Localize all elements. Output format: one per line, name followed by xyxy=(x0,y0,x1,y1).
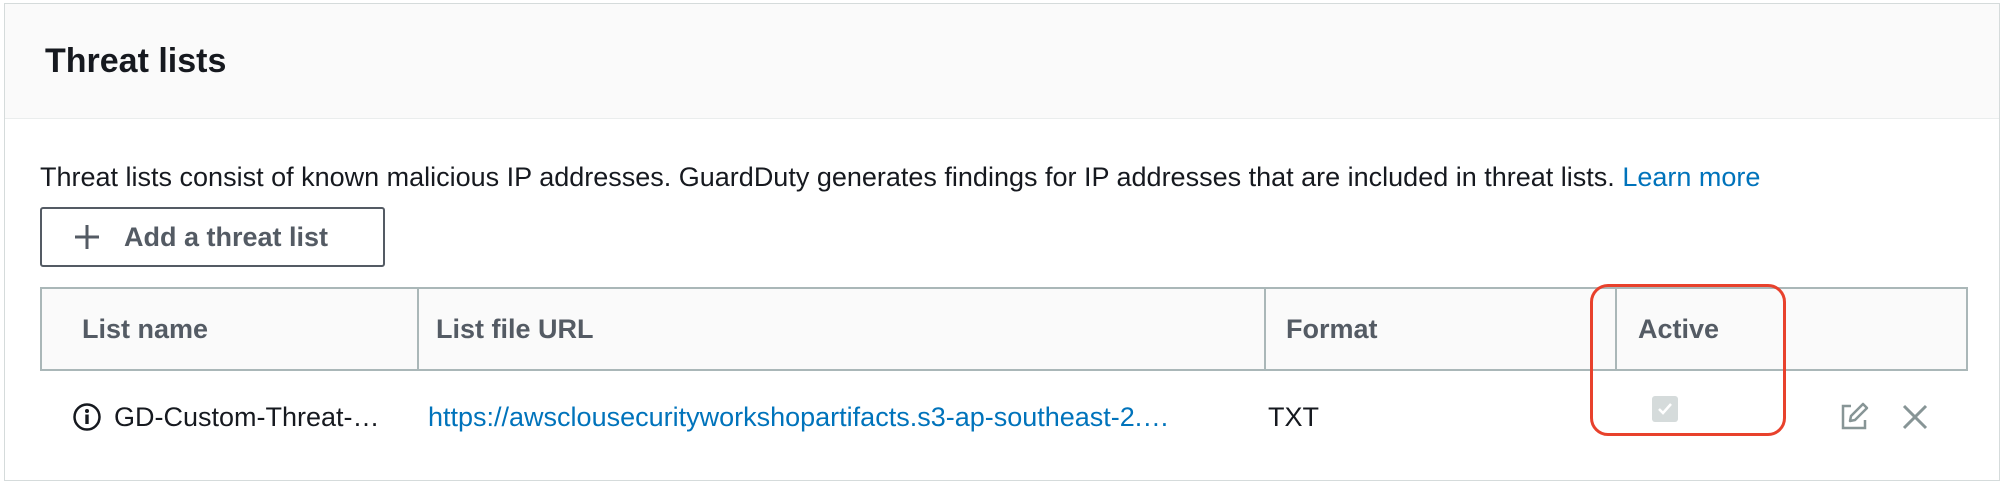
column-header-list-file-url[interactable]: List file URL xyxy=(436,289,1256,369)
column-divider xyxy=(417,289,419,369)
info-icon[interactable] xyxy=(72,402,102,432)
threat-lists-table: List name List file URL Format Active GD… xyxy=(40,287,1968,463)
list-name-text: GD-Custom-Threat-… xyxy=(114,401,380,432)
cell-list-name: GD-Custom-Threat-… xyxy=(72,371,412,463)
close-icon[interactable] xyxy=(1897,399,1933,435)
plus-icon xyxy=(75,225,99,249)
panel-description: Threat lists consist of known malicious … xyxy=(40,162,1760,193)
add-threat-list-label: Add a threat list xyxy=(124,221,329,252)
list-file-url-link[interactable]: https://awsclousecurityworkshopartifacts… xyxy=(428,402,1169,433)
learn-more-link[interactable]: Learn more xyxy=(1622,162,1760,192)
format-text: TXT xyxy=(1268,401,1319,432)
panel-header: Threat lists xyxy=(5,4,1999,119)
cell-format: TXT xyxy=(1268,371,1608,463)
active-checkbox[interactable] xyxy=(1652,396,1678,422)
column-divider xyxy=(1615,289,1617,369)
cell-active xyxy=(1652,371,1712,463)
column-header-format[interactable]: Format xyxy=(1286,289,1606,369)
description-text: Threat lists consist of known malicious … xyxy=(40,162,1615,192)
table-row[interactable]: GD-Custom-Threat-… https://awsclousecuri… xyxy=(40,371,1968,463)
edit-icon[interactable] xyxy=(1836,399,1872,435)
add-threat-list-button[interactable]: Add a threat list xyxy=(40,207,385,267)
column-header-list-name[interactable]: List name xyxy=(82,289,452,369)
checkmark-icon xyxy=(1658,403,1672,415)
column-divider xyxy=(1264,289,1266,369)
panel-title: Threat lists xyxy=(45,42,227,80)
table-header: List name List file URL Format Active xyxy=(40,287,1968,371)
column-header-active[interactable]: Active xyxy=(1638,289,1938,369)
cell-list-file-url: https://awsclousecurityworkshopartifacts… xyxy=(428,371,1268,463)
